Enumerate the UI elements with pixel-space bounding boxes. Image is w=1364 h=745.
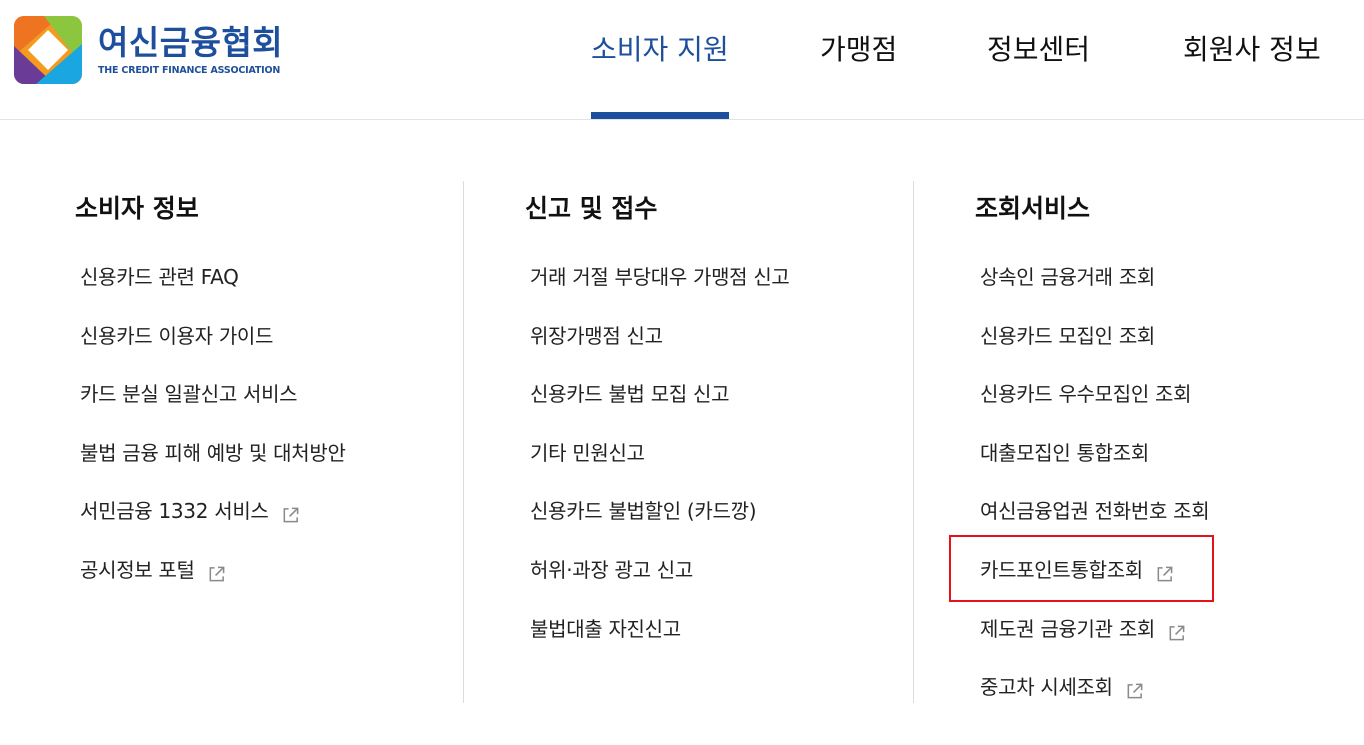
- menu-item-label: 신용카드 관련 FAQ: [80, 265, 239, 289]
- column-title-lookup-services: 조회서비스: [975, 194, 1091, 223]
- menu-item[interactable]: 신용카드 우수모집인 조회: [980, 378, 1192, 410]
- menu-item-label: 신용카드 모집인 조회: [980, 324, 1156, 348]
- menu-item-label: 허위·과장 광고 신고: [530, 558, 693, 582]
- menu-item[interactable]: 상속인 금융거래 조회: [980, 261, 1155, 293]
- external-link-icon: [281, 502, 300, 522]
- menu-item-label: 여신금융업권 전화번호 조회: [980, 499, 1210, 523]
- menu-item-label: 카드포인트통합조회: [980, 558, 1143, 582]
- menu-item-label: 위장가맹점 신고: [530, 324, 663, 348]
- column-consumer-info: 소비자 정보신용카드 관련 FAQ 신용카드 이용자 가이드카드 분실 일괄신고 …: [75, 181, 455, 703]
- menu-item[interactable]: 불법대출 자진신고: [530, 613, 681, 645]
- column-divider: [463, 181, 464, 703]
- logo-name-ko: 여신금융협회: [98, 23, 284, 62]
- menu-item[interactable]: 카드 분실 일괄신고 서비스: [80, 378, 298, 410]
- column-divider: [913, 181, 914, 703]
- menu-item-label: 중고차 시세조회: [980, 675, 1113, 699]
- menu-item[interactable]: 위장가맹점 신고: [530, 320, 663, 352]
- menu-item-label: 공시정보 포털: [80, 558, 195, 582]
- gnb-info-center[interactable]: 정보센터: [987, 30, 1090, 70]
- external-link-icon: [1167, 620, 1186, 640]
- gnb-member-info[interactable]: 회원사 정보: [1183, 30, 1321, 70]
- menu-item[interactable]: 제도권 금융기관 조회: [980, 613, 1186, 645]
- menu-item-label: 상속인 금융거래 조회: [980, 265, 1156, 289]
- menu-item[interactable]: 서민금융 1332 서비스: [80, 495, 300, 527]
- column-title-report-receipt: 신고 및 접수: [525, 194, 658, 223]
- external-link-icon: [1155, 561, 1174, 581]
- column-report-receipt: 신고 및 접수거래 거절 부당대우 가맹점 신고위장가맹점 신고신용카드 불법 …: [525, 181, 905, 703]
- active-tab-indicator: [591, 112, 729, 119]
- menu-item-label: 신용카드 이용자 가이드: [80, 324, 274, 348]
- menu-item[interactable]: 신용카드 불법할인 (카드깡): [530, 495, 757, 527]
- menu-item[interactable]: 중고차 시세조회: [980, 671, 1144, 703]
- external-link-icon: [1125, 678, 1144, 698]
- menu-item[interactable]: 기타 민원신고: [530, 437, 645, 469]
- external-link-icon: [207, 561, 226, 581]
- menu-item[interactable]: 허위·과장 광고 신고: [530, 554, 693, 586]
- site-header: 여신금융협회 THE CREDIT FINANCE ASSOCIATION 소비…: [0, 0, 1364, 120]
- gnb-consumer-support[interactable]: 소비자 지원: [591, 30, 729, 70]
- menu-item-label: 카드 분실 일괄신고 서비스: [80, 382, 298, 406]
- menu-item[interactable]: 거래 거절 부당대우 가맹점 신고: [530, 261, 790, 293]
- menu-item-label: 신용카드 불법할인 (카드깡): [530, 499, 757, 523]
- menu-item-label: 서민금융 1332 서비스: [80, 499, 269, 523]
- menu-item-label: 기타 민원신고: [530, 441, 645, 465]
- menu-item[interactable]: 신용카드 이용자 가이드: [80, 320, 273, 352]
- logo-mark-icon: [14, 16, 82, 84]
- menu-item[interactable]: 대출모집인 통합조회: [980, 437, 1149, 469]
- menu-item[interactable]: 카드포인트통합조회: [980, 554, 1174, 586]
- gnb-merchant[interactable]: 가맹점: [820, 30, 897, 70]
- site-logo[interactable]: 여신금융협회 THE CREDIT FINANCE ASSOCIATION: [14, 16, 283, 84]
- menu-item-label: 신용카드 우수모집인 조회: [980, 382, 1192, 406]
- menu-item[interactable]: 신용카드 모집인 조회: [980, 320, 1155, 352]
- menu-item[interactable]: 공시정보 포털: [80, 554, 226, 586]
- menu-item[interactable]: 여신금융업권 전화번호 조회: [980, 495, 1210, 527]
- menu-item[interactable]: 불법 금융 피해 예방 및 대처방안: [80, 437, 346, 469]
- menu-item-label: 제도권 금융기관 조회: [980, 617, 1156, 641]
- menu-item-label: 불법 금융 피해 예방 및 대처방안: [80, 441, 346, 465]
- column-lookup-services: 조회서비스상속인 금융거래 조회신용카드 모집인 조회신용카드 우수모집인 조회…: [975, 181, 1355, 703]
- menu-item[interactable]: 신용카드 관련 FAQ: [80, 261, 239, 293]
- menu-item-label: 거래 거절 부당대우 가맹점 신고: [530, 265, 790, 289]
- logo-text: 여신금융협회 THE CREDIT FINANCE ASSOCIATION: [98, 23, 284, 77]
- menu-item[interactable]: 신용카드 불법 모집 신고: [530, 378, 729, 410]
- menu-item-label: 신용카드 불법 모집 신고: [530, 382, 730, 406]
- menu-item-label: 불법대출 자진신고: [530, 617, 681, 641]
- logo-name-en: THE CREDIT FINANCE ASSOCIATION: [98, 65, 281, 76]
- column-title-consumer-info: 소비자 정보: [75, 194, 199, 223]
- menu-item-label: 대출모집인 통합조회: [980, 441, 1149, 465]
